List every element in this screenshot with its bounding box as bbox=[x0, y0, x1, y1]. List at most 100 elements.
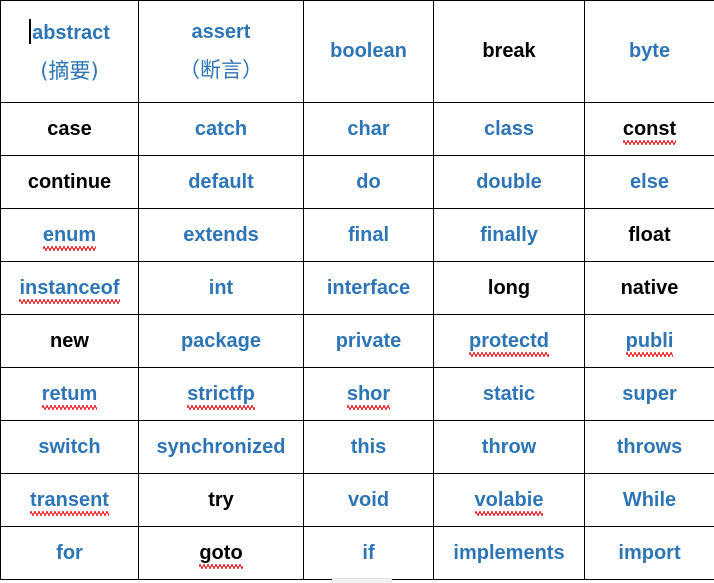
keyword-text-misspelled: goto bbox=[199, 542, 242, 565]
keyword-text: byte bbox=[629, 40, 670, 63]
keyword-cell[interactable]: continue bbox=[1, 156, 139, 209]
table-row: new package private protectdpubli bbox=[1, 315, 714, 368]
keyword-cell[interactable]: do bbox=[304, 156, 434, 209]
keyword-text: abstract bbox=[32, 22, 110, 45]
keyword-text: this bbox=[351, 436, 387, 459]
keyword-text: package bbox=[181, 330, 261, 353]
keyword-cell[interactable]: switch bbox=[1, 421, 139, 474]
keyword-cell[interactable]: throw bbox=[434, 421, 585, 474]
keyword-translation: (摘要) bbox=[1, 59, 138, 83]
keyword-cell[interactable]: if bbox=[304, 527, 434, 580]
keyword-text: else bbox=[630, 171, 669, 194]
keyword-cell[interactable]: break bbox=[434, 1, 585, 103]
keyword-text: synchronized bbox=[157, 436, 286, 459]
keyword-text: long bbox=[488, 277, 530, 300]
keyword-cell[interactable]: instanceof bbox=[1, 262, 139, 315]
keyword-cell[interactable]: static bbox=[434, 368, 585, 421]
keyword-cell[interactable]: import bbox=[585, 527, 714, 580]
keyword-cell[interactable]: int bbox=[139, 262, 304, 315]
keyword-cell[interactable]: package bbox=[139, 315, 304, 368]
keyword-cell[interactable]: transent bbox=[1, 474, 139, 527]
keyword-cell[interactable]: extends bbox=[139, 209, 304, 262]
keyword-cell[interactable]: double bbox=[434, 156, 585, 209]
keyword-cell[interactable]: finally bbox=[434, 209, 585, 262]
keyword-text: native bbox=[621, 277, 679, 300]
keyword-translation: （断言） bbox=[139, 58, 303, 82]
keyword-cell[interactable]: class bbox=[434, 103, 585, 156]
keyword-text: interface bbox=[327, 277, 410, 300]
keyword-text: float bbox=[628, 224, 670, 247]
keyword-text-misspelled: shor bbox=[347, 383, 390, 406]
keyword-text: if bbox=[362, 542, 374, 565]
keyword-text: catch bbox=[195, 118, 247, 141]
java-keyword-table[interactable]: abstract (摘要) assert （断言） boolean break byte ca… bbox=[0, 0, 714, 580]
keyword-text: new bbox=[50, 330, 89, 353]
keyword-cell[interactable]: byte bbox=[585, 1, 714, 103]
keyword-cell[interactable]: synchronized bbox=[139, 421, 304, 474]
keyword-cell[interactable]: new bbox=[1, 315, 139, 368]
keyword-text: double bbox=[476, 171, 542, 194]
keyword-cell[interactable]: long bbox=[434, 262, 585, 315]
keyword-text: assert bbox=[192, 21, 251, 44]
keyword-text: super bbox=[622, 383, 676, 406]
text-caret bbox=[29, 19, 31, 44]
keyword-cell[interactable]: const bbox=[585, 103, 714, 156]
keyword-cell[interactable]: void bbox=[304, 474, 434, 527]
keyword-text-misspelled: retum bbox=[42, 383, 98, 406]
keyword-text-misspelled: volabie bbox=[475, 489, 544, 512]
keyword-cell[interactable]: shor bbox=[304, 368, 434, 421]
keyword-cell[interactable]: default bbox=[139, 156, 304, 209]
keyword-cell[interactable]: boolean bbox=[304, 1, 434, 103]
keyword-text: char bbox=[347, 118, 389, 141]
keyword-cell[interactable]: interface bbox=[304, 262, 434, 315]
keyword-text: try bbox=[208, 489, 234, 512]
table-row: abstract (摘要) assert （断言） boolean break byte bbox=[1, 1, 714, 103]
keyword-table-body: abstract (摘要) assert （断言） boolean break byte ca… bbox=[1, 1, 714, 580]
keyword-cell[interactable]: final bbox=[304, 209, 434, 262]
keyword-cell[interactable]: abstract (摘要) bbox=[1, 1, 139, 103]
keyword-text: default bbox=[188, 171, 254, 194]
keyword-cell[interactable]: assert （断言） bbox=[139, 1, 304, 103]
keyword-cell[interactable]: native bbox=[585, 262, 714, 315]
table-row: retum strictfp shor static super bbox=[1, 368, 714, 421]
keyword-cell[interactable]: volabie bbox=[434, 474, 585, 527]
table-row: instanceof int interface long native bbox=[1, 262, 714, 315]
keyword-cell[interactable]: private bbox=[304, 315, 434, 368]
keyword-text: class bbox=[484, 118, 534, 141]
keyword-cell[interactable]: implements bbox=[434, 527, 585, 580]
table-row: case catch char class const bbox=[1, 103, 714, 156]
keyword-cell[interactable]: char bbox=[304, 103, 434, 156]
keyword-cell[interactable]: catch bbox=[139, 103, 304, 156]
table-row: for goto if implements import bbox=[1, 527, 714, 580]
keyword-text: boolean bbox=[330, 40, 407, 63]
keyword-text: final bbox=[348, 224, 389, 247]
keyword-cell[interactable]: publi bbox=[585, 315, 714, 368]
table-row: transent try void volabie While bbox=[1, 474, 714, 527]
keyword-text-misspelled: transent bbox=[30, 489, 109, 512]
keyword-cell[interactable]: case bbox=[1, 103, 139, 156]
table-row: switch synchronized this throw throws bbox=[1, 421, 714, 474]
keyword-cell[interactable]: retum bbox=[1, 368, 139, 421]
keyword-cell[interactable]: protectd bbox=[434, 315, 585, 368]
keyword-cell[interactable]: While bbox=[585, 474, 714, 527]
keyword-cell[interactable]: goto bbox=[139, 527, 304, 580]
keyword-text: do bbox=[356, 171, 380, 194]
keyword-text: private bbox=[336, 330, 402, 353]
keyword-text: case bbox=[47, 118, 92, 141]
keyword-cell[interactable]: strictfp bbox=[139, 368, 304, 421]
keyword-cell[interactable]: float bbox=[585, 209, 714, 262]
keyword-cell[interactable]: for bbox=[1, 527, 139, 580]
keyword-cell[interactable]: this bbox=[304, 421, 434, 474]
table-row: continue default do double else bbox=[1, 156, 714, 209]
keyword-cell[interactable]: enum bbox=[1, 209, 139, 262]
keyword-text: throws bbox=[617, 436, 683, 459]
keyword-cell[interactable]: try bbox=[139, 474, 304, 527]
keyword-cell[interactable]: super bbox=[585, 368, 714, 421]
keyword-text-misspelled: strictfp bbox=[187, 383, 255, 406]
keyword-cell[interactable]: throws bbox=[585, 421, 714, 474]
keyword-cell[interactable]: else bbox=[585, 156, 714, 209]
keyword-text: implements bbox=[453, 542, 564, 565]
keyword-text-misspelled: const bbox=[623, 118, 676, 141]
keyword-text-misspelled: instanceof bbox=[19, 277, 119, 300]
keyword-text: finally bbox=[480, 224, 538, 247]
